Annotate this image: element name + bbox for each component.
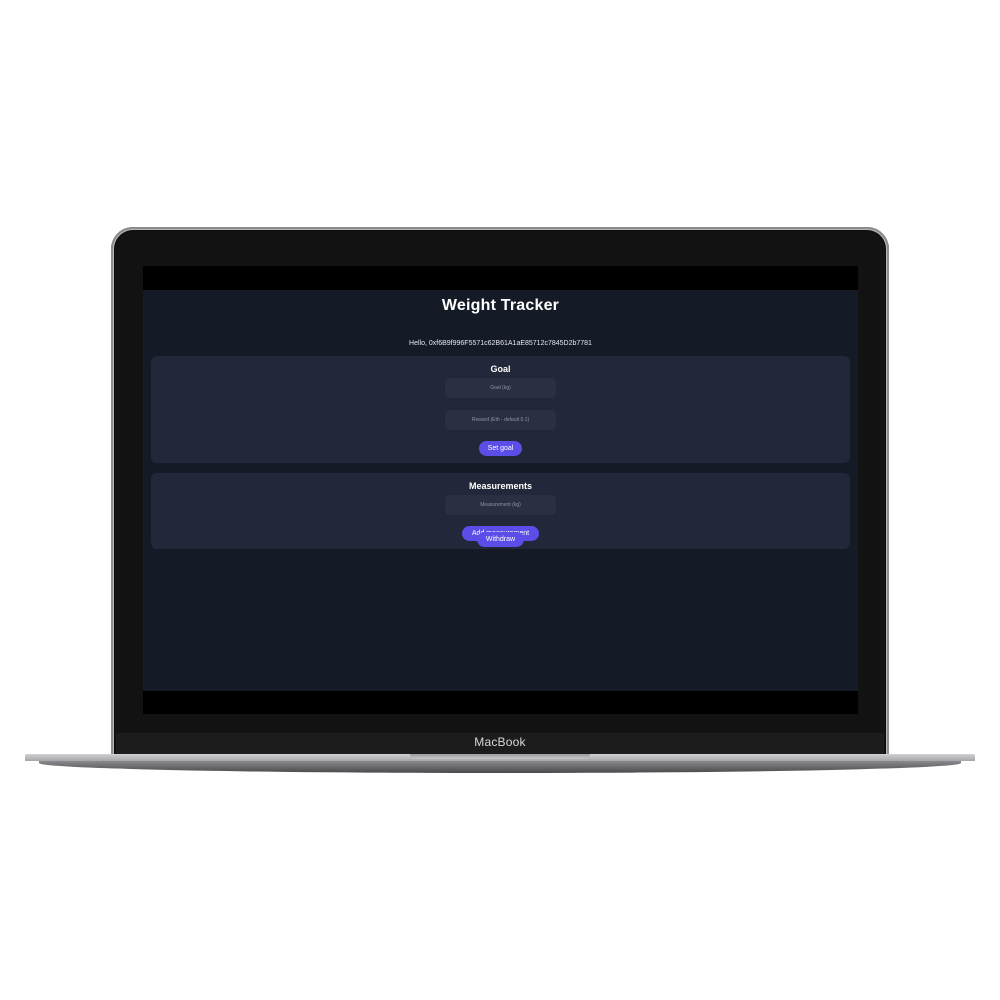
withdraw-button[interactable]: Withdraw [477, 532, 524, 547]
goal-section-title: Goal [490, 364, 511, 374]
measurements-section-title: Measurements [468, 481, 533, 491]
goal-input[interactable] [445, 378, 556, 398]
weight-tracker-app: Weight Tracker Hello, 0xf6B9f996F5571c62… [143, 290, 858, 691]
measurement-input[interactable] [445, 495, 556, 515]
laptop-screen: Weight Tracker Hello, 0xf6B9f996F5571c62… [143, 266, 858, 714]
laptop-mockup: Weight Tracker Hello, 0xf6B9f996F5571c62… [0, 0, 1000, 1000]
base-bottom-edge [39, 761, 961, 773]
account-greeting: Hello, 0xf6B9f996F5571c62B61A1aE85712c78… [409, 340, 592, 347]
reward-input[interactable] [445, 410, 556, 430]
brand-label: MacBook [474, 735, 526, 749]
set-goal-button[interactable]: Set goal [479, 441, 522, 456]
base-notch [410, 754, 590, 759]
laptop-base [25, 754, 975, 774]
goal-card: Goal Set goal [151, 356, 850, 463]
page-title: Weight Tracker [441, 297, 560, 314]
